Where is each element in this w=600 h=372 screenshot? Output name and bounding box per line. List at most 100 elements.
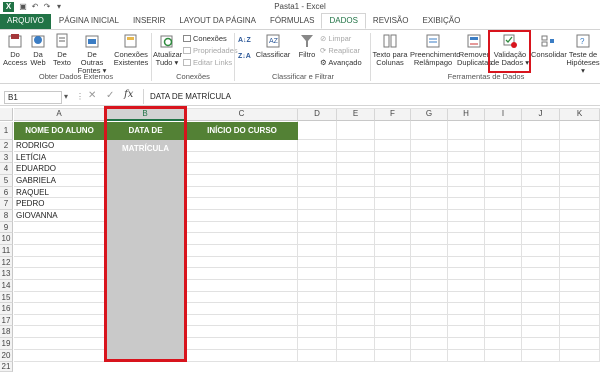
column-header-a[interactable]: A: [14, 108, 105, 121]
row-header-19[interactable]: 19: [0, 338, 13, 350]
filter-icon: [300, 33, 314, 49]
row-header-4[interactable]: 4: [0, 163, 13, 175]
column-header-g[interactable]: G: [411, 108, 448, 121]
row-header-20[interactable]: 20: [0, 350, 13, 362]
title-bar: X ▣ ↶ ↷ ▾ Pasta1 - Excel: [0, 0, 600, 14]
web-icon: [31, 33, 45, 49]
cell-student-name[interactable]: GABRIELA: [16, 175, 104, 187]
row-header-15[interactable]: 15: [0, 292, 13, 303]
tab-dados[interactable]: DADOS: [321, 13, 366, 29]
tab-inserir[interactable]: INSERIR: [126, 14, 172, 29]
from-web-button[interactable]: Da Web: [28, 33, 48, 67]
row-gridline: [14, 291, 600, 292]
header-cell-nome[interactable]: NOME DO ALUNO: [14, 122, 105, 140]
row-header-2[interactable]: 2: [0, 140, 13, 152]
row-header-12[interactable]: 12: [0, 257, 13, 268]
name-box[interactable]: B1: [4, 91, 62, 104]
formula-input[interactable]: DATA DE MATRÍCULA: [150, 91, 231, 103]
select-all-corner[interactable]: [0, 108, 13, 121]
row-header-1[interactable]: 1: [0, 122, 13, 140]
reapply-command: ⟳ Reaplicar: [320, 46, 361, 55]
cancel-icon[interactable]: ✕: [88, 90, 96, 101]
column-header-d[interactable]: D: [298, 108, 337, 121]
column-header-e[interactable]: E: [337, 108, 375, 121]
header-cell-inicio-curso[interactable]: INÍCIO DO CURSO: [186, 122, 298, 140]
what-if-analysis-button[interactable]: ? Teste de Hipóteses ▾: [566, 33, 600, 75]
connections-command[interactable]: Conexões: [183, 34, 227, 43]
sort-button[interactable]: AZ Classificar: [254, 33, 292, 59]
row-header-14[interactable]: 14: [0, 280, 13, 292]
column-header-k[interactable]: K: [560, 108, 600, 121]
from-other-sources-button[interactable]: De Outras Fontes ▾: [75, 33, 109, 75]
consolidate-button[interactable]: Consolidar: [531, 33, 567, 59]
existing-connections-button[interactable]: Conexões Existentes: [113, 33, 149, 67]
text-file-icon: [55, 33, 69, 49]
consolidate-icon: [541, 33, 555, 49]
cell-student-name[interactable]: RAQUEL: [16, 187, 104, 198]
row-header-21[interactable]: 21: [0, 362, 13, 372]
insert-function-icon[interactable]: fx: [124, 89, 133, 100]
refresh-all-button[interactable]: Atualizar Tudo ▾: [153, 33, 182, 67]
from-access-button[interactable]: Do Access: [3, 33, 27, 67]
row-gridline: [14, 244, 600, 245]
ribbon-tabs: ARQUIVO PÁGINA INICIAL INSERIR LAYOUT DA…: [0, 13, 600, 30]
tab-layout[interactable]: LAYOUT DA PÁGINA: [172, 14, 263, 29]
row-header-17[interactable]: 17: [0, 315, 13, 326]
cell-student-name[interactable]: EDUARDO: [16, 163, 104, 175]
formula-separator: [143, 89, 144, 104]
filter-button[interactable]: Filtro: [296, 33, 318, 59]
enter-icon[interactable]: ✓: [106, 90, 114, 101]
validation-highlight-box: [488, 30, 531, 73]
existing-connections-icon: [124, 33, 138, 49]
row-header-7[interactable]: 7: [0, 198, 13, 210]
row-header-18[interactable]: 18: [0, 326, 13, 338]
ribbon-separator: [151, 33, 152, 81]
row-gridline: [14, 302, 600, 303]
sort-za-button[interactable]: Z↓A: [238, 52, 251, 61]
column-header-h[interactable]: H: [448, 108, 485, 121]
tab-pagina-inicial[interactable]: PÁGINA INICIAL: [52, 14, 126, 29]
edit-links-command: Editar Links: [183, 58, 232, 67]
tab-arquivo[interactable]: ARQUIVO: [0, 14, 51, 29]
cell-student-name[interactable]: GIOVANNA: [16, 210, 104, 222]
name-box-dropdown-icon[interactable]: ▾: [64, 92, 68, 101]
row-header-10[interactable]: 10: [0, 233, 13, 245]
column-header-j[interactable]: J: [522, 108, 560, 121]
properties-command: Propriedades: [183, 46, 238, 55]
flash-fill-icon: [426, 33, 440, 49]
flash-fill-button[interactable]: Preenchimento Relâmpago: [410, 33, 460, 67]
row-header-11[interactable]: 11: [0, 245, 13, 257]
column-header-f[interactable]: F: [375, 108, 411, 121]
tab-revisao[interactable]: REVISÃO: [366, 14, 416, 29]
remove-duplicates-button[interactable]: Remover Duplicatas: [457, 33, 492, 67]
row-header-3[interactable]: 3: [0, 152, 13, 163]
column-gridline: [447, 121, 448, 362]
text-to-columns-button[interactable]: Texto para Colunas: [372, 33, 408, 67]
row-header-8[interactable]: 8: [0, 210, 13, 222]
column-gridline: [410, 121, 411, 362]
row-header-5[interactable]: 5: [0, 175, 13, 187]
column-b-highlight-box: [104, 106, 187, 362]
row-header-16[interactable]: 16: [0, 303, 13, 315]
row-header-9[interactable]: 9: [0, 222, 13, 233]
remove-duplicates-icon: [467, 33, 481, 49]
properties-icon: [183, 47, 191, 54]
sort-az-button[interactable]: A↓Z: [238, 36, 251, 45]
what-if-icon: ?: [576, 33, 590, 49]
tab-formulas[interactable]: FÓRMULAS: [263, 14, 321, 29]
worksheet-grid[interactable]: ABCDEFGHIJK 1 2 3 4 5 6 7 8 9 10 11 12 13 14 15 16 17 18 1…: [0, 106, 600, 372]
group-label-connections: Conexões: [176, 72, 210, 81]
tab-exibicao[interactable]: EXIBIÇÃO: [416, 14, 468, 29]
svg-text:?: ?: [580, 37, 585, 46]
row-header-13[interactable]: 13: [0, 268, 13, 280]
column-header-c[interactable]: C: [186, 108, 298, 121]
advanced-command[interactable]: ⚙ Avançado: [320, 58, 362, 67]
cell-student-name[interactable]: RODRIGO: [16, 140, 104, 152]
row-header-6[interactable]: 6: [0, 187, 13, 198]
group-label-external: Obter Dados Externos: [38, 72, 114, 81]
cell-student-name[interactable]: LETÍCIA: [16, 152, 104, 163]
cell-student-name[interactable]: PEDRO: [16, 198, 104, 210]
from-text-button[interactable]: De Texto: [50, 33, 74, 67]
clear-command: ⊘ Limpar: [320, 34, 352, 43]
column-header-i[interactable]: I: [485, 108, 522, 121]
